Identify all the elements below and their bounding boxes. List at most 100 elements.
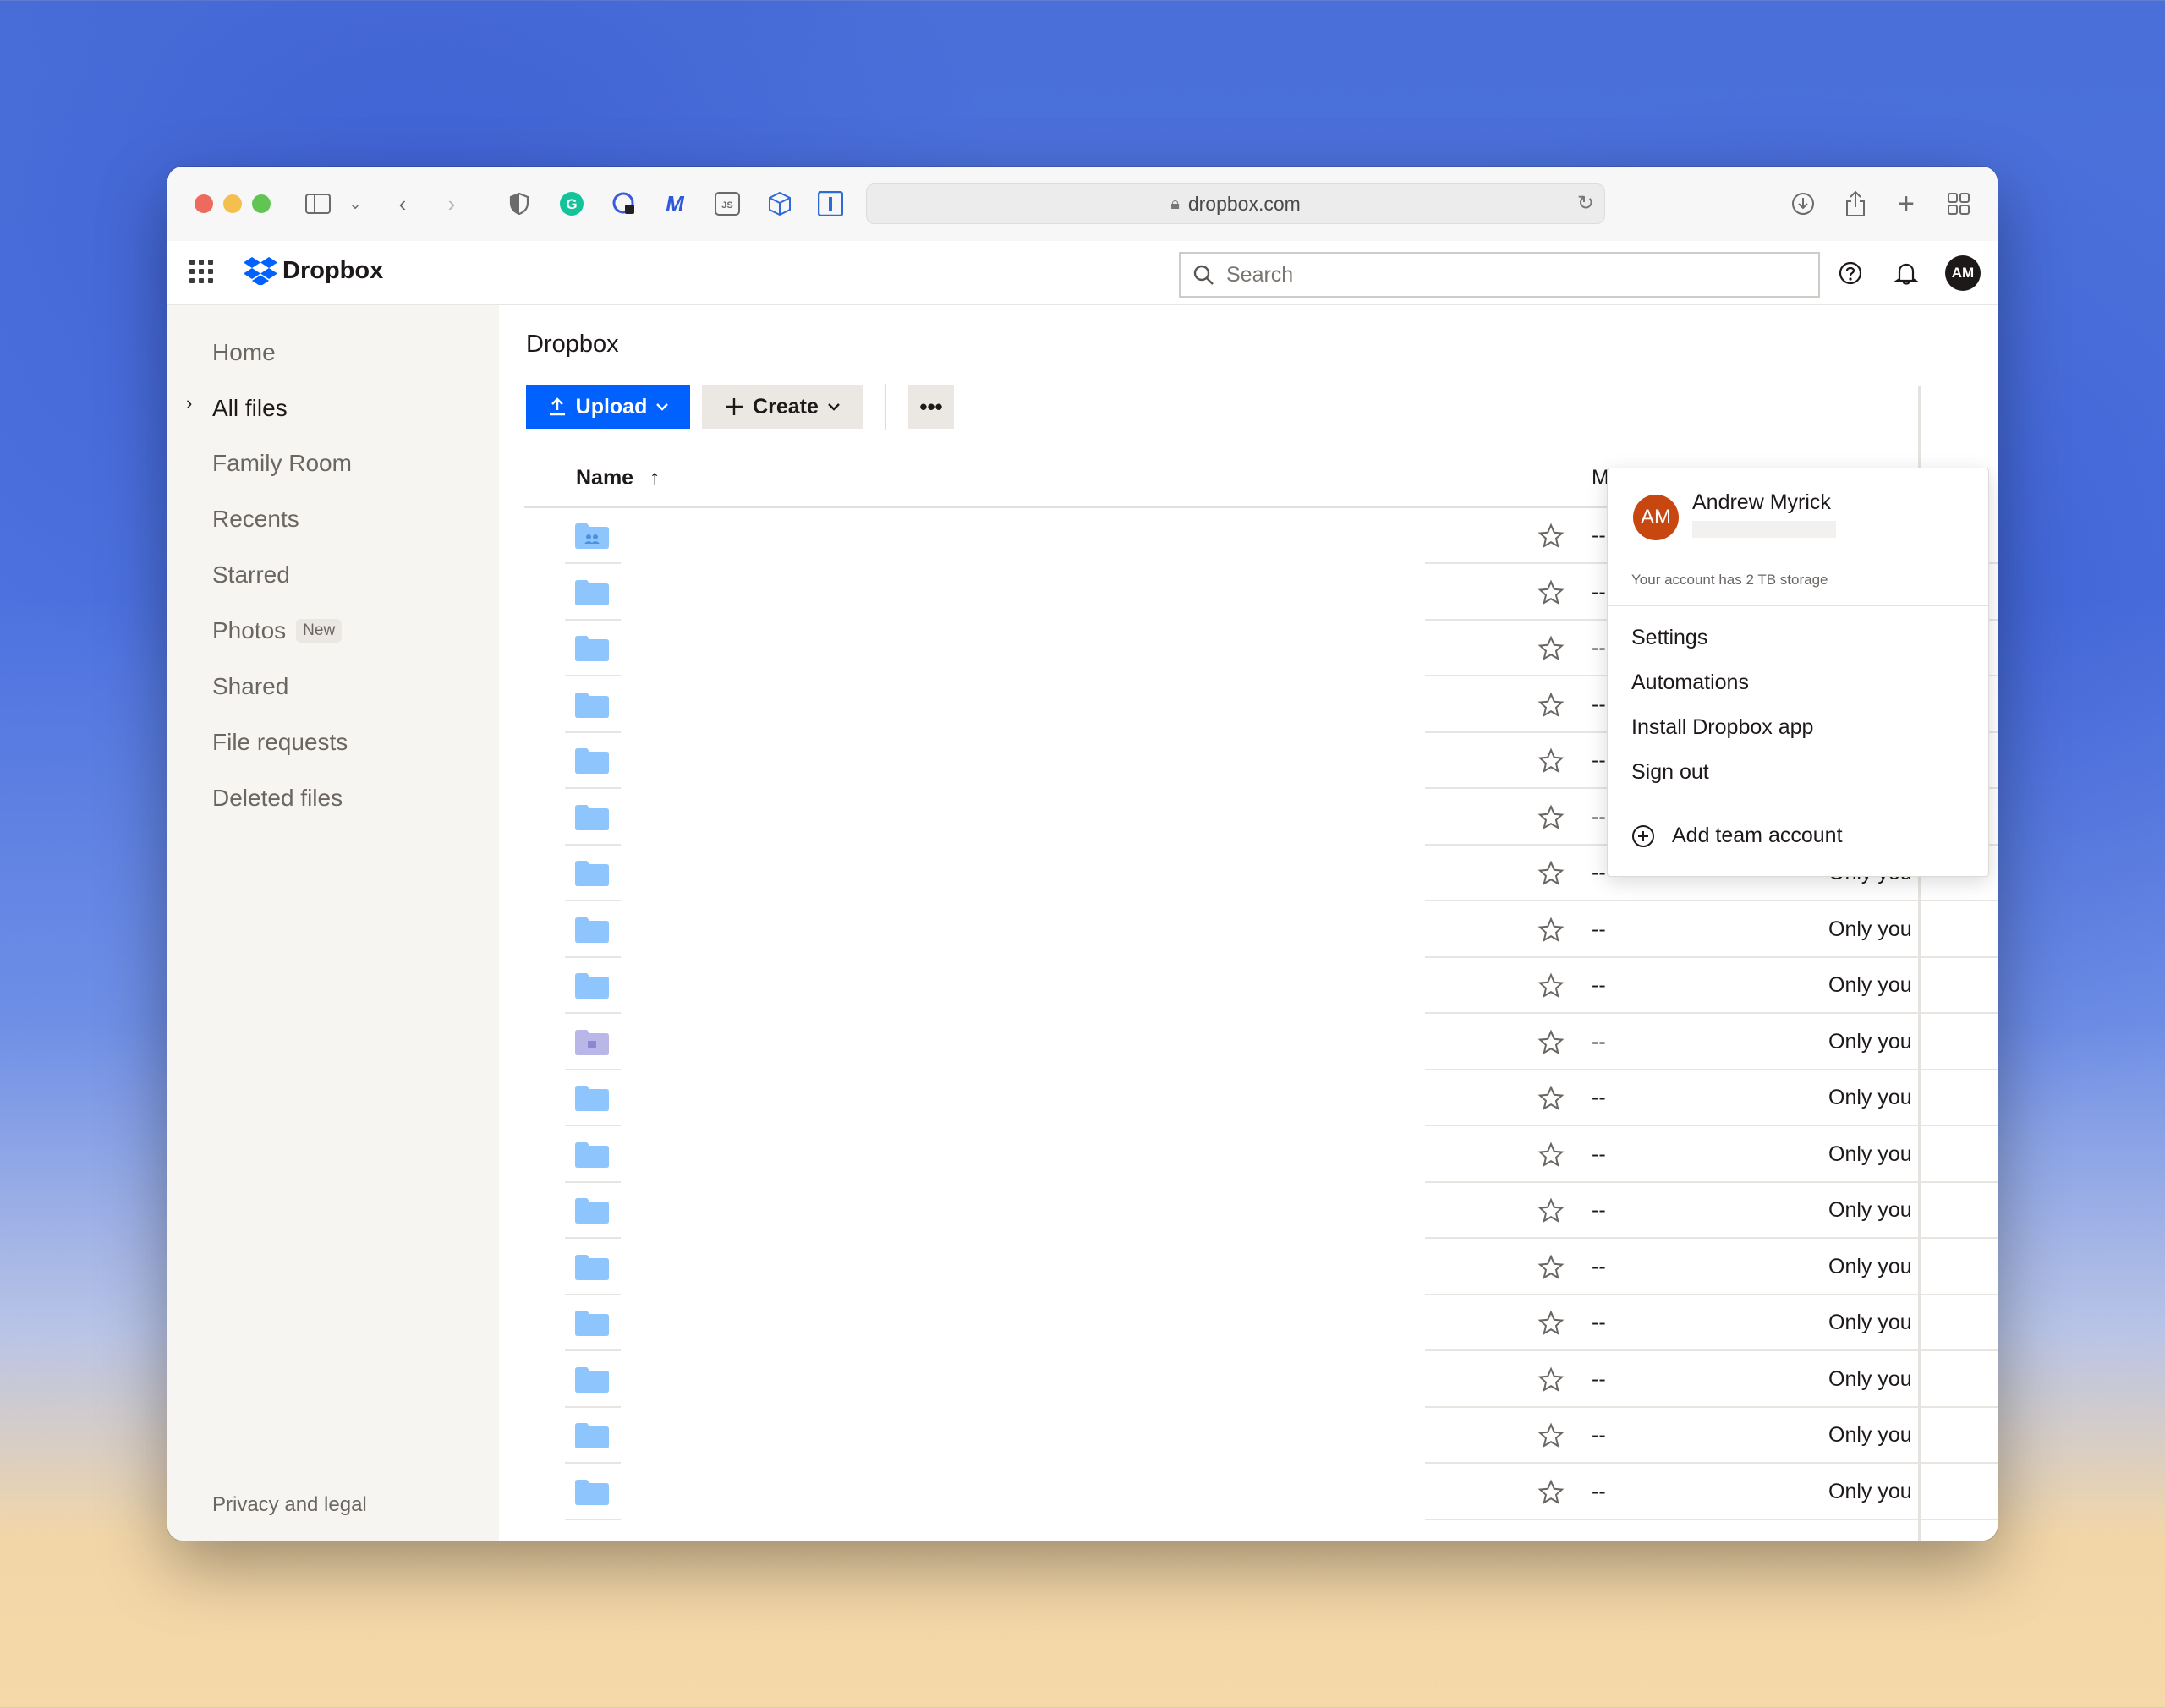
- table-row[interactable]: -- Only you: [499, 1295, 1998, 1351]
- modified-cell: --: [1592, 1254, 1606, 1278]
- star-icon[interactable]: [1537, 635, 1565, 662]
- sidebar-item-label: All files: [212, 395, 288, 421]
- sidebar-item-label: Family Room: [212, 450, 352, 476]
- help-icon[interactable]: [1835, 258, 1866, 288]
- grammarly-extension-icon[interactable]: G: [555, 187, 589, 221]
- maximize-window-button[interactable]: [252, 194, 271, 213]
- star-icon[interactable]: [1537, 691, 1565, 719]
- folder-icon: [575, 636, 609, 661]
- account-avatar-button[interactable]: AM: [1945, 255, 1981, 291]
- sidebar-item-family-room[interactable]: Family Room: [212, 450, 352, 477]
- star-icon[interactable]: [1537, 523, 1565, 550]
- create-button[interactable]: Create: [702, 385, 863, 429]
- folder-icon: [575, 579, 609, 605]
- sidebar: Home › All files Family Room Recents Sta…: [167, 305, 500, 1541]
- js-extension-icon[interactable]: JS: [710, 187, 744, 221]
- access-cell: Only you: [1828, 1423, 1912, 1447]
- star-icon[interactable]: [1537, 1366, 1565, 1393]
- folder-icon: [575, 1423, 609, 1448]
- cube-extension-icon[interactable]: [763, 187, 797, 221]
- upload-label: Upload: [575, 394, 648, 419]
- menu-divider: [1608, 605, 1988, 606]
- sidebar-item-file-requests[interactable]: File requests: [212, 729, 348, 756]
- table-row[interactable]: -- Only you: [499, 1183, 1998, 1239]
- menu-item-automations[interactable]: Automations: [1631, 671, 1749, 695]
- chevron-down-icon: [828, 403, 840, 411]
- modified-cell: --: [1592, 1086, 1606, 1109]
- downloads-icon[interactable]: [1786, 187, 1820, 221]
- star-icon[interactable]: [1537, 1197, 1565, 1224]
- back-icon[interactable]: ‹: [386, 187, 419, 221]
- sidebar-item-recents[interactable]: Recents: [212, 506, 299, 533]
- modified-cell: --: [1592, 917, 1606, 941]
- star-icon[interactable]: [1537, 1422, 1565, 1449]
- folder-icon: [575, 1311, 609, 1336]
- upload-button[interactable]: Upload: [526, 385, 690, 429]
- sidebar-item-photos[interactable]: Photos New: [212, 617, 343, 644]
- browser-toolbar: ⌄ ‹ › G M JS 🔒︎ dropbox.com ↻ +: [167, 167, 1998, 242]
- table-row[interactable]: -- Only you: [499, 1015, 1998, 1070]
- chevron-down-icon[interactable]: ⌄: [338, 187, 372, 221]
- star-icon[interactable]: [1537, 803, 1565, 831]
- folder-icon: [575, 1198, 609, 1224]
- shield-icon[interactable]: [502, 187, 536, 221]
- modified-cell: --: [1592, 692, 1606, 716]
- star-icon[interactable]: [1537, 916, 1565, 944]
- sidebar-item-starred[interactable]: Starred: [212, 561, 290, 588]
- table-row[interactable]: -- Only you: [499, 1408, 1998, 1464]
- bell-icon[interactable]: [1891, 258, 1921, 288]
- access-cell: Only you: [1828, 1141, 1912, 1166]
- table-row[interactable]: -- Only you: [499, 1070, 1998, 1126]
- access-cell: Only you: [1828, 1198, 1912, 1222]
- m-extension-icon[interactable]: M: [658, 187, 692, 221]
- star-icon[interactable]: [1537, 1310, 1565, 1337]
- more-options-button[interactable]: •••: [908, 385, 954, 429]
- star-icon[interactable]: [1537, 747, 1565, 775]
- sidebar-item-all-files[interactable]: All files: [212, 395, 288, 422]
- menu-item-settings[interactable]: Settings: [1631, 626, 1707, 650]
- star-icon[interactable]: [1537, 972, 1565, 999]
- menu-item-sign-out[interactable]: Sign out: [1631, 760, 1709, 785]
- share-icon[interactable]: [1839, 187, 1872, 221]
- password-extension-icon[interactable]: [607, 187, 641, 221]
- table-row[interactable]: -- Only you: [499, 1127, 1998, 1183]
- sidebar-item-home[interactable]: Home: [212, 339, 276, 366]
- table-row[interactable]: -- Only you: [499, 902, 1998, 958]
- table-row[interactable]: -- Only you: [499, 1240, 1998, 1295]
- sidebar-item-deleted-files[interactable]: Deleted files: [212, 785, 343, 812]
- sidebar-item-shared[interactable]: Shared: [212, 673, 288, 700]
- privacy-legal-link[interactable]: Privacy and legal: [212, 1493, 367, 1517]
- search-input[interactable]: Search: [1179, 252, 1820, 298]
- folder-icon: [575, 1254, 609, 1280]
- forward-icon[interactable]: ›: [435, 187, 469, 221]
- sidebar-toggle-icon[interactable]: [301, 187, 335, 221]
- name-column-header[interactable]: Name ↑: [576, 466, 660, 490]
- table-row[interactable]: -- Only you: [499, 1464, 1998, 1520]
- app-grid-icon[interactable]: [189, 260, 215, 285]
- star-icon[interactable]: [1537, 1253, 1565, 1281]
- new-tab-icon[interactable]: +: [1889, 187, 1923, 221]
- menu-item-install-app[interactable]: Install Dropbox app: [1631, 715, 1813, 740]
- chevron-down-icon: [656, 403, 669, 411]
- close-window-button[interactable]: [195, 194, 213, 213]
- star-icon[interactable]: [1537, 1141, 1565, 1169]
- sidebar-item-label: Home: [212, 339, 276, 365]
- reload-icon[interactable]: ↻: [1577, 191, 1594, 216]
- star-icon[interactable]: [1537, 1478, 1565, 1506]
- star-icon[interactable]: [1537, 860, 1565, 887]
- table-row[interactable]: -- Only you: [499, 1352, 1998, 1408]
- chevron-right-icon[interactable]: ›: [186, 392, 192, 414]
- star-icon[interactable]: [1537, 578, 1565, 606]
- address-bar[interactable]: 🔒︎ dropbox.com ↻: [866, 183, 1605, 224]
- add-team-account-button[interactable]: Add team account: [1631, 824, 1843, 848]
- instapaper-extension-icon[interactable]: [814, 187, 847, 221]
- star-icon[interactable]: [1537, 1085, 1565, 1112]
- tab-overview-icon[interactable]: [1942, 187, 1976, 221]
- star-icon[interactable]: [1537, 1028, 1565, 1056]
- row-divider: [1425, 1518, 1998, 1520]
- minimize-window-button[interactable]: [223, 194, 242, 213]
- dropbox-logo[interactable]: Dropbox: [244, 256, 383, 285]
- folder-icon: [575, 804, 609, 830]
- table-row[interactable]: -- Only you: [499, 958, 1998, 1014]
- folder-icon: [575, 748, 609, 774]
